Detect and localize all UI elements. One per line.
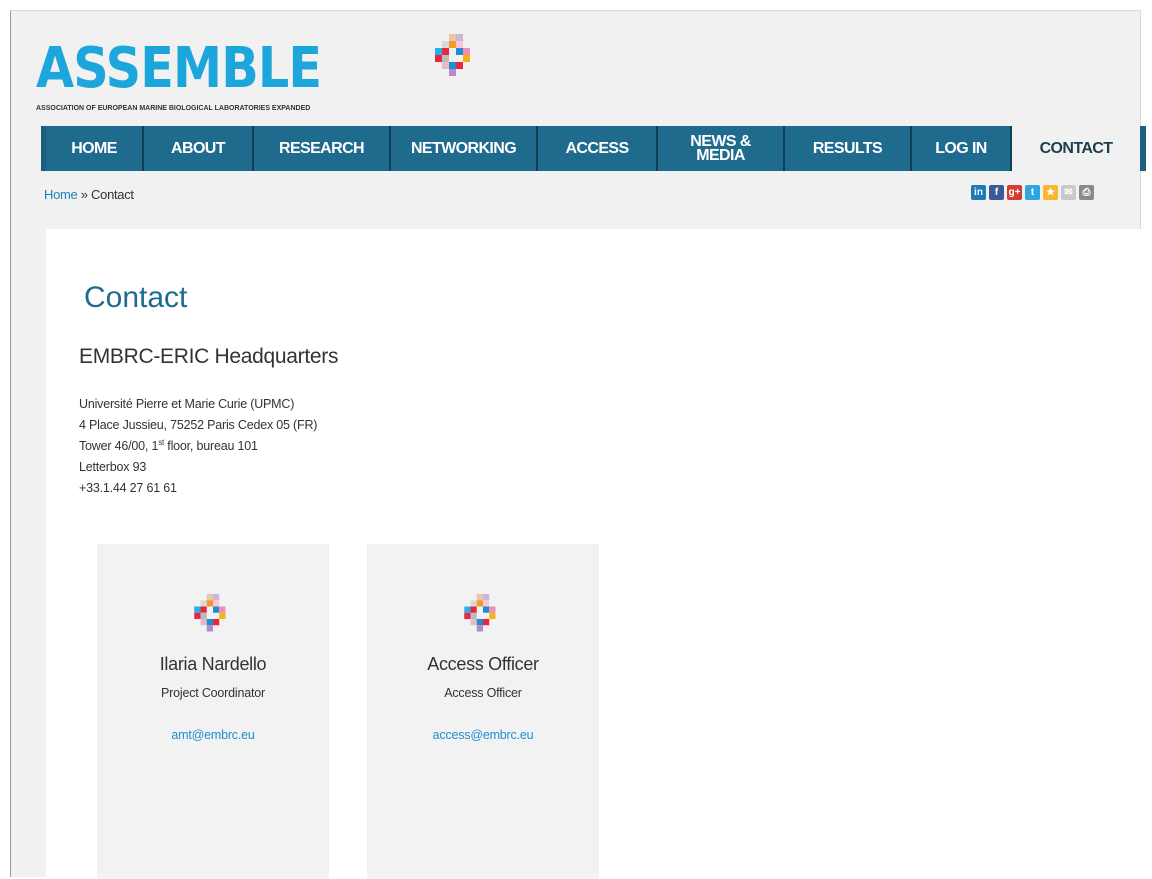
contact-name: Ilaria Nardello: [159, 654, 267, 674]
nav-about[interactable]: ABOUT: [144, 126, 254, 171]
print-icon[interactable]: ⎙: [1079, 185, 1094, 200]
nav-home[interactable]: HOME: [46, 126, 144, 171]
nav-news-media[interactable]: NEWS & MEDIA: [658, 126, 785, 171]
nav-news-media-line2: MEDIA: [696, 146, 745, 164]
address-line: Letterbox 93: [79, 460, 147, 474]
breadcrumb: Home » Contact: [44, 187, 134, 202]
address-line: Université Pierre et Marie Curie (UPMC): [79, 397, 295, 411]
contact-card: Access Officer Access Officer access@emb…: [367, 544, 599, 879]
google-plus-icon[interactable]: g+: [1007, 185, 1022, 200]
linkedin-icon[interactable]: in: [971, 185, 986, 200]
logo-tagline: ASSOCIATION OF EUROPEAN MARINE BIOLOGICA…: [36, 105, 311, 112]
page-frame: ASSEMBLE ASSOCIATION OF EUROPEAN MARINE …: [10, 10, 1149, 879]
share-toolbar: in f g+ t ★ ✉ ⎙: [971, 185, 1094, 200]
twitter-icon[interactable]: t: [1025, 185, 1040, 200]
contact-card: Ilaria Nardello Project Coordinator amt@…: [97, 544, 329, 879]
address-line-text: Tower 46/00, 1: [79, 439, 159, 453]
site-logo[interactable]: ASSEMBLE ASSOCIATION OF EUROPEAN MARINE …: [36, 34, 470, 119]
headquarters-title: EMBRC-ERIC Headquarters: [79, 345, 339, 368]
phone-number: +33.1.44 27 61 61: [79, 481, 177, 495]
headquarters-address: Université Pierre et Marie Curie (UPMC) …: [79, 394, 317, 499]
content-panel: Contact EMBRC-ERIC Headquarters Universi…: [46, 229, 1149, 879]
breadcrumb-home-link[interactable]: Home: [44, 187, 78, 202]
pixel-cross-logo-icon: [194, 594, 226, 632]
contact-role: Access Officer: [444, 686, 522, 700]
facebook-icon[interactable]: f: [989, 185, 1004, 200]
nav-access[interactable]: ACCESS: [538, 126, 658, 171]
address-line-text: floor, bureau 101: [164, 439, 258, 453]
address-line: 4 Place Jussieu, 75252 Paris Cedex 05 (F…: [79, 418, 318, 432]
nav-research[interactable]: RESEARCH: [254, 126, 391, 171]
page-title: Contact: [84, 281, 188, 314]
contact-name: Access Officer: [427, 654, 539, 674]
email-icon[interactable]: ✉: [1061, 185, 1076, 200]
nav-log-in[interactable]: LOG IN: [912, 126, 1012, 171]
nav-contact[interactable]: CONTACT: [1012, 126, 1140, 171]
nav-networking[interactable]: NETWORKING: [391, 126, 538, 171]
nav-end-cap: [1140, 126, 1146, 171]
pixel-cross-logo-icon: [464, 594, 496, 632]
breadcrumb-separator: »: [77, 187, 92, 202]
contact-email-link[interactable]: access@embrc.eu: [367, 728, 599, 742]
pixel-cross-logo-icon: [435, 34, 470, 76]
logo-wordmark: ASSEMBLE: [36, 36, 322, 101]
contact-email-link[interactable]: amt@embrc.eu: [97, 728, 329, 742]
contact-role: Project Coordinator: [161, 686, 265, 700]
address-line: Tower 46/00, 1st floor, bureau 101: [79, 436, 317, 457]
breadcrumb-current: Contact: [91, 187, 134, 202]
main-nav: HOME ABOUT RESEARCH NETWORKING ACCESS NE…: [41, 126, 1146, 171]
nav-results[interactable]: RESULTS: [785, 126, 912, 171]
bookmark-star-icon[interactable]: ★: [1043, 185, 1058, 200]
